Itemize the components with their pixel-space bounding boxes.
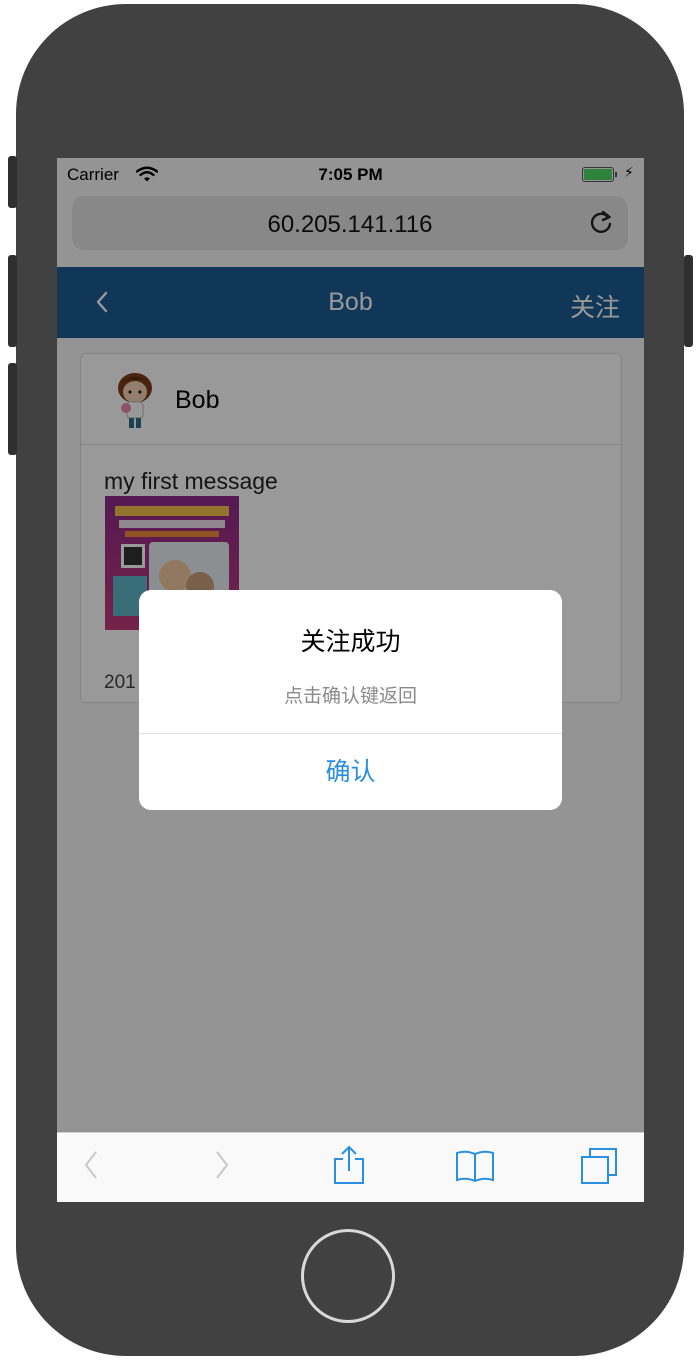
share-icon[interactable] — [332, 1145, 366, 1190]
confirm-button[interactable]: 确认 — [139, 734, 562, 810]
volume-down-button — [8, 363, 17, 455]
toolbar-forward-icon[interactable] — [214, 1149, 230, 1186]
home-button[interactable] — [301, 1229, 395, 1323]
power-button — [684, 255, 693, 347]
alert-dialog: 关注成功 点击确认键返回 确认 — [139, 590, 562, 810]
bookmarks-icon[interactable] — [455, 1149, 495, 1188]
browser-toolbar — [57, 1132, 644, 1202]
volume-up-button — [8, 255, 17, 347]
dialog-title: 关注成功 — [300, 628, 401, 656]
tabs-icon[interactable] — [580, 1147, 618, 1190]
dialog-message: 点击确认键返回 — [283, 686, 417, 707]
toolbar-back-icon[interactable] — [83, 1149, 99, 1186]
mute-switch — [8, 156, 17, 208]
